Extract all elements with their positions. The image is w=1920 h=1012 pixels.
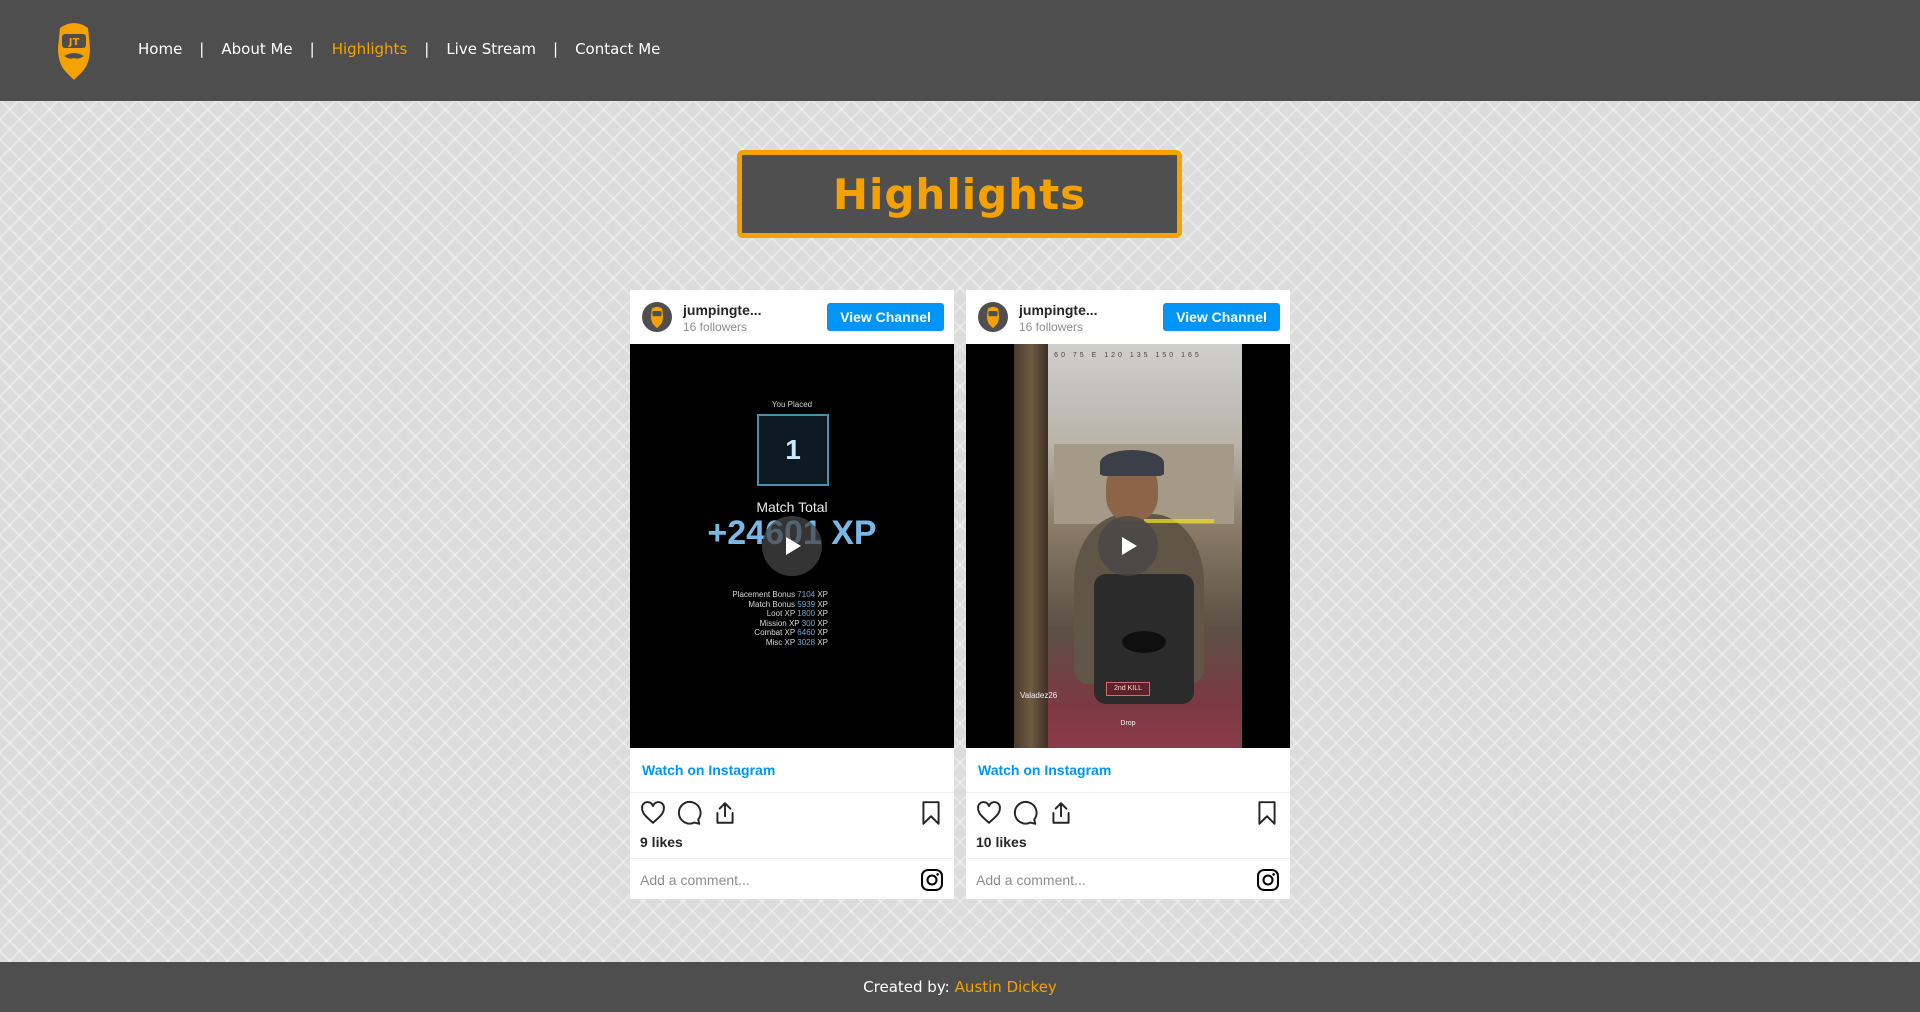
xp-row-label: Misc XP xyxy=(765,637,796,647)
xp-row-label: Combat XP xyxy=(754,628,796,637)
divider xyxy=(630,792,954,793)
nav-live-stream[interactable]: Live Stream xyxy=(446,40,536,58)
xp-row-unit: XP xyxy=(817,590,828,599)
player-name: Valadez26 xyxy=(1020,691,1058,700)
xp-row-value: 6460 xyxy=(797,628,816,637)
xp-row-value: 7104 xyxy=(797,590,816,599)
watch-on-instagram-link[interactable]: Watch on Instagram xyxy=(978,762,1111,778)
xp-breakdown-row: Loot XP 1800 XP xyxy=(690,609,828,619)
video-thumbnail[interactable]: You Placed 1 Match Total +24601 XP Place… xyxy=(630,344,954,748)
xp-row-label: Match Bonus xyxy=(748,599,796,609)
view-channel-button[interactable]: View Channel xyxy=(1163,303,1280,331)
xp-row-value: 300 xyxy=(801,618,816,628)
placement-number: 1 xyxy=(785,434,801,465)
svg-text:JT: JT xyxy=(68,37,80,48)
post-actions xyxy=(976,800,1074,826)
likes-count: 9 likes xyxy=(640,834,683,850)
play-icon xyxy=(786,537,801,555)
xp-breakdown: Placement Bonus 7104 XP Match Bonus 5939… xyxy=(690,590,828,647)
divider xyxy=(630,858,954,859)
xp-row-unit: XP xyxy=(817,609,828,618)
logo-icon[interactable]: JT xyxy=(54,18,94,82)
xp-row-value: 1800 xyxy=(797,609,816,618)
post-username[interactable]: jumpingte... xyxy=(683,302,762,318)
nav-separator: | xyxy=(424,40,430,58)
xp-row-value: 3028 xyxy=(797,637,816,647)
post-username[interactable]: jumpingte... xyxy=(1019,302,1098,318)
instagram-embed: jumpingte... 16 followers View Channel 6… xyxy=(966,290,1290,899)
comment-icon[interactable] xyxy=(676,800,702,826)
xp-row-unit: XP xyxy=(817,599,828,609)
share-icon[interactable] xyxy=(712,800,738,826)
heart-icon[interactable] xyxy=(640,800,666,826)
play-button[interactable] xyxy=(762,516,822,576)
watch-on-instagram-link[interactable]: Watch on Instagram xyxy=(642,762,775,778)
nav-about-me[interactable]: About Me xyxy=(221,40,292,58)
post-header: jumpingte... 16 followers View Channel xyxy=(630,290,954,344)
nav-home[interactable]: Home xyxy=(138,40,182,58)
avatar[interactable] xyxy=(978,302,1008,332)
placement-box: 1 xyxy=(757,414,829,486)
bookmark-icon[interactable] xyxy=(918,800,944,826)
xp-row-label: Mission XP xyxy=(759,618,800,628)
nav-separator: | xyxy=(309,40,315,58)
xp-breakdown-row: Placement Bonus 7104 XP xyxy=(690,590,828,600)
divider xyxy=(966,792,1290,793)
post-followers: 16 followers xyxy=(1019,320,1084,334)
page-title-box: Highlights xyxy=(737,150,1182,238)
post-actions xyxy=(640,800,738,826)
instagram-icon[interactable] xyxy=(920,868,944,892)
match-total-label: Match Total xyxy=(756,499,828,515)
view-channel-button[interactable]: View Channel xyxy=(827,303,944,331)
post-followers: 16 followers xyxy=(683,320,748,334)
xp-row-value: 5939 xyxy=(797,599,816,609)
video-thumbnail[interactable]: 60 75 E 120 135 150 165 2nd KILL Valadez… xyxy=(966,344,1290,748)
footer-created-by: Created by: xyxy=(863,978,950,996)
nav-highlights[interactable]: Highlights xyxy=(332,40,408,58)
scene-gun-muzzle xyxy=(1122,631,1166,653)
xp-breakdown-row: Combat XP 6460 XP xyxy=(690,628,828,638)
xp-breakdown-row: Match Bonus 5939 XP xyxy=(690,600,828,610)
nav-contact-me[interactable]: Contact Me xyxy=(575,40,660,58)
avatar-logo-icon xyxy=(651,306,663,329)
instagram-icon[interactable] xyxy=(1256,868,1280,892)
page-title: Highlights xyxy=(832,169,1087,219)
comment-input[interactable] xyxy=(640,870,900,890)
divider xyxy=(966,858,1290,859)
footer: Created by: Austin Dickey xyxy=(0,962,1920,1012)
hud-compass-text: 60 75 E 120 135 150 165 xyxy=(1054,352,1202,359)
instagram-embed: jumpingte... 16 followers View Channel Y… xyxy=(630,290,954,899)
hud-indicator xyxy=(1144,519,1214,523)
scene-pole xyxy=(1014,344,1048,748)
likes-count: 10 likes xyxy=(976,834,1027,850)
bookmark-icon[interactable] xyxy=(1254,800,1280,826)
post-header: jumpingte... 16 followers View Channel xyxy=(966,290,1290,344)
navbar: JT Home | About Me | Highlights | Live S… xyxy=(0,0,1920,101)
nav-separator: | xyxy=(199,40,205,58)
xp-row-unit: XP xyxy=(817,628,828,637)
xp-breakdown-row: Misc XP 3028 XP xyxy=(690,638,828,648)
avatar-logo-icon xyxy=(987,306,999,329)
play-button[interactable] xyxy=(1098,516,1158,576)
xp-row-label: Placement Bonus xyxy=(732,590,796,599)
share-icon[interactable] xyxy=(1048,800,1074,826)
footer-author-link[interactable]: Austin Dickey xyxy=(955,978,1057,996)
nav-links: Home | About Me | Highlights | Live Stre… xyxy=(138,40,660,58)
xp-row-unit: XP xyxy=(817,637,828,647)
avatar[interactable] xyxy=(642,302,672,332)
xp-row-unit: XP xyxy=(817,618,828,628)
comment-icon[interactable] xyxy=(1012,800,1038,826)
nav-separator: | xyxy=(553,40,559,58)
you-placed-label: You Placed xyxy=(771,400,813,409)
xp-row-label: Loot XP xyxy=(766,609,796,618)
hud-compass: 60 75 E 120 135 150 165 xyxy=(1014,352,1242,359)
kill-badge: 2nd KILL xyxy=(1106,682,1150,696)
xp-breakdown-row: Mission XP 300 XP xyxy=(690,619,828,629)
play-icon xyxy=(1122,537,1137,555)
drop-label: Drop xyxy=(1120,720,1136,727)
comment-input[interactable] xyxy=(976,870,1236,890)
scene-soldier-cap xyxy=(1100,450,1164,476)
heart-icon[interactable] xyxy=(976,800,1002,826)
